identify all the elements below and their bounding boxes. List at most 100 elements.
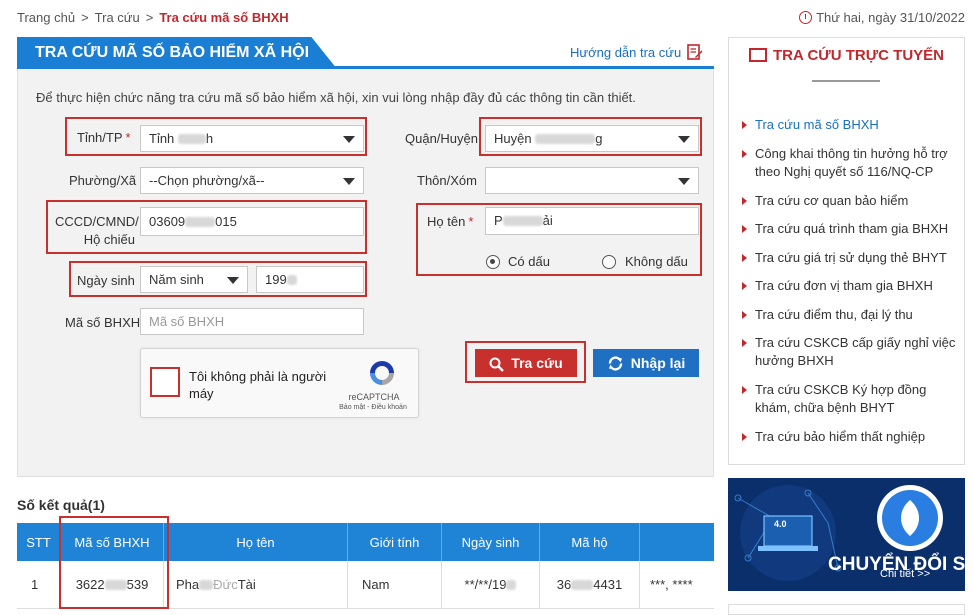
name-input[interactable]: Pải xyxy=(485,207,699,235)
village-select[interactable] xyxy=(485,167,699,194)
sidebar-item-support-info[interactable]: Công khai thông tin hưởng hỗ trợ theo Ng… xyxy=(742,145,957,181)
redacted-mask xyxy=(571,579,594,590)
redacted-mask xyxy=(506,579,517,590)
name-suffix: ải xyxy=(542,213,553,228)
search-button-label: Tra cứu xyxy=(511,355,563,371)
sidebar-item-sick-leave[interactable]: Tra cứu CSKCB cấp giấy nghỉ việc hưởng B… xyxy=(742,334,957,370)
row-stt: 1 xyxy=(17,561,61,608)
table-header: Họ tên xyxy=(164,523,348,561)
row-household: 36 4431 xyxy=(540,561,640,608)
dob-year-select[interactable]: Năm sinh xyxy=(140,266,248,293)
accent-no-radio[interactable] xyxy=(602,255,616,269)
sidebar-next-panel xyxy=(728,604,965,615)
district-select[interactable]: Huyện g xyxy=(485,125,699,152)
sidebar-item-unemployment[interactable]: Tra cứu bảo hiểm thất nghiệp xyxy=(742,428,957,446)
intro-text: Để thực hiện chức năng tra cứu mã số bảo… xyxy=(36,90,636,105)
sidebar-item-label: Tra cứu điểm thu, đại lý thu xyxy=(755,307,913,322)
sidebar-item-unit[interactable]: Tra cứu đơn vị tham gia BHXH xyxy=(742,277,957,295)
reset-button[interactable]: Nhập lại xyxy=(593,349,699,377)
banner-badge: 4.0 xyxy=(774,519,787,529)
recaptcha-links[interactable]: Bảo mật - Điều khoản xyxy=(330,404,416,411)
required-mark: * xyxy=(125,130,131,145)
bhxh-result-highlight xyxy=(59,516,169,609)
row-extra: ***, **** xyxy=(650,577,693,592)
bhxh-input[interactable]: Mã số BHXH xyxy=(140,308,364,335)
id-input[interactable]: 03609 015 xyxy=(140,207,364,236)
banner-more-link[interactable]: Chi tiết >> xyxy=(880,568,930,580)
sidebar-item-bhxh-code[interactable]: Tra cứu mã số BHXH xyxy=(742,116,957,134)
id-label-line1: CCCD/CMND/ xyxy=(55,214,139,229)
search-button[interactable]: Tra cứu xyxy=(475,349,577,377)
breadcrumb-lookup[interactable]: Tra cứu xyxy=(95,10,140,25)
sidebar-item-contract[interactable]: Tra cứu CSKCB Ký hợp đồng khám, chữa bện… xyxy=(742,381,957,417)
breadcrumb-separator: > xyxy=(81,10,89,25)
panel-title: TRA CỨU MÃ SỐ BẢO HIỂM XÃ HỘI xyxy=(17,37,337,69)
row-gender: Nam xyxy=(348,561,442,608)
sidebar-item-label: Tra cứu CSKCB cấp giấy nghỉ việc hưởng B… xyxy=(755,335,956,368)
sidebar-item-participation[interactable]: Tra cứu quá trình tham gia BHXH xyxy=(742,220,957,238)
redacted-mask xyxy=(286,275,297,285)
search-icon xyxy=(489,350,505,378)
bhxh-placeholder: Mã số BHXH xyxy=(149,314,225,329)
redacted-mask xyxy=(535,134,596,144)
accent-yes-label[interactable]: Có dấu xyxy=(508,254,550,269)
sidebar-divider xyxy=(812,80,880,82)
breadcrumb-home[interactable]: Trang chủ xyxy=(17,10,75,25)
redacted-mask xyxy=(185,217,216,227)
row-name-suffix: Tài xyxy=(237,577,256,592)
id-label: CCCD/CMND/ Hộ chiếu xyxy=(55,213,139,249)
breadcrumb-separator: > xyxy=(145,10,154,25)
sidebar-item-collection-point[interactable]: Tra cứu điểm thu, đại lý thu xyxy=(742,306,957,324)
recaptcha-label: Tôi không phải là người máy xyxy=(189,369,327,401)
sidebar-item-label: Tra cứu mã số BHXH xyxy=(755,117,879,132)
row-name-prefix: Pha xyxy=(176,577,200,592)
sidebar-item-label: Tra cứu cơ quan bảo hiểm xyxy=(755,193,909,208)
row-dob: **/**/19 xyxy=(442,561,540,608)
recaptcha-logo-icon xyxy=(370,361,394,385)
refresh-icon xyxy=(607,350,624,378)
sidebar-item-label: Công khai thông tin hưởng hỗ trợ theo Ng… xyxy=(755,146,948,179)
table-header xyxy=(640,523,714,561)
digital-transformation-banner[interactable]: 4.0 CHUYỂN ĐỔI SỐ Chi tiết >> xyxy=(728,478,965,591)
district-value-suffix: g xyxy=(595,131,603,146)
redacted-mask xyxy=(502,216,543,226)
name-prefix: P xyxy=(494,213,503,228)
id-suffix: 015 xyxy=(215,214,237,229)
province-select[interactable]: Tỉnh h xyxy=(140,125,364,152)
table-header: Ngày sinh xyxy=(442,523,540,561)
sidebar-item-label: Tra cứu bảo hiểm thất nghiệp xyxy=(755,429,926,444)
id-label-line2: Hộ chiếu xyxy=(83,232,135,247)
breadcrumb-current: Tra cứu mã số BHXH xyxy=(159,10,289,25)
current-date: Thứ hai, ngày 31/10/2022 xyxy=(799,10,965,25)
sidebar-item-label: Tra cứu quá trình tham gia BHXH xyxy=(755,221,949,236)
bhxh-label: Mã số BHXH xyxy=(65,315,141,330)
breadcrumb: Trang chủ > Tra cứu > Tra cứu mã số BHXH xyxy=(17,10,289,25)
date-text: Thứ hai, ngày 31/10/2022 xyxy=(816,10,965,25)
sidebar-item-label: Tra cứu đơn vị tham gia BHXH xyxy=(755,278,933,293)
sidebar-item-label: Tra cứu giá trị sử dụng thẻ BHYT xyxy=(755,250,947,265)
recaptcha-brand: reCAPTCHA xyxy=(348,392,400,402)
table-header: Mã hộ xyxy=(540,523,640,561)
monitor-icon xyxy=(749,48,767,62)
table-header: STT xyxy=(17,523,61,561)
results-count: Số kết quả(1) xyxy=(17,497,105,513)
id-prefix: 03609 xyxy=(149,214,186,229)
guide-link[interactable]: Hướng dẫn tra cứu xyxy=(570,45,681,60)
row-name-mid: Đức xyxy=(213,577,238,592)
province-label: Tỉnh/TP * xyxy=(77,130,131,145)
ward-select[interactable]: --Chọn phường/xã-- xyxy=(140,167,364,194)
sidebar-item-card-value[interactable]: Tra cứu giá trị sử dụng thẻ BHYT xyxy=(742,249,957,267)
sidebar-item-label: Tra cứu CSKCB Ký hợp đồng khám, chữa bện… xyxy=(755,382,927,415)
edit-document-icon[interactable] xyxy=(687,44,703,60)
name-label: Họ tên * xyxy=(427,214,473,229)
recaptcha-checkbox[interactable] xyxy=(150,367,180,397)
clock-icon xyxy=(799,11,813,24)
row-dob-value: **/**/19 xyxy=(464,577,507,592)
province-value-suffix: h xyxy=(205,131,214,146)
table-header: Giới tính xyxy=(348,523,442,561)
province-label-text: Tỉnh/TP xyxy=(77,130,123,145)
dob-year-input[interactable]: 199 xyxy=(256,266,364,293)
accent-yes-radio[interactable] xyxy=(486,255,500,269)
accent-no-label[interactable]: Không dấu xyxy=(625,254,688,269)
sidebar-item-agency[interactable]: Tra cứu cơ quan bảo hiểm xyxy=(742,192,957,210)
